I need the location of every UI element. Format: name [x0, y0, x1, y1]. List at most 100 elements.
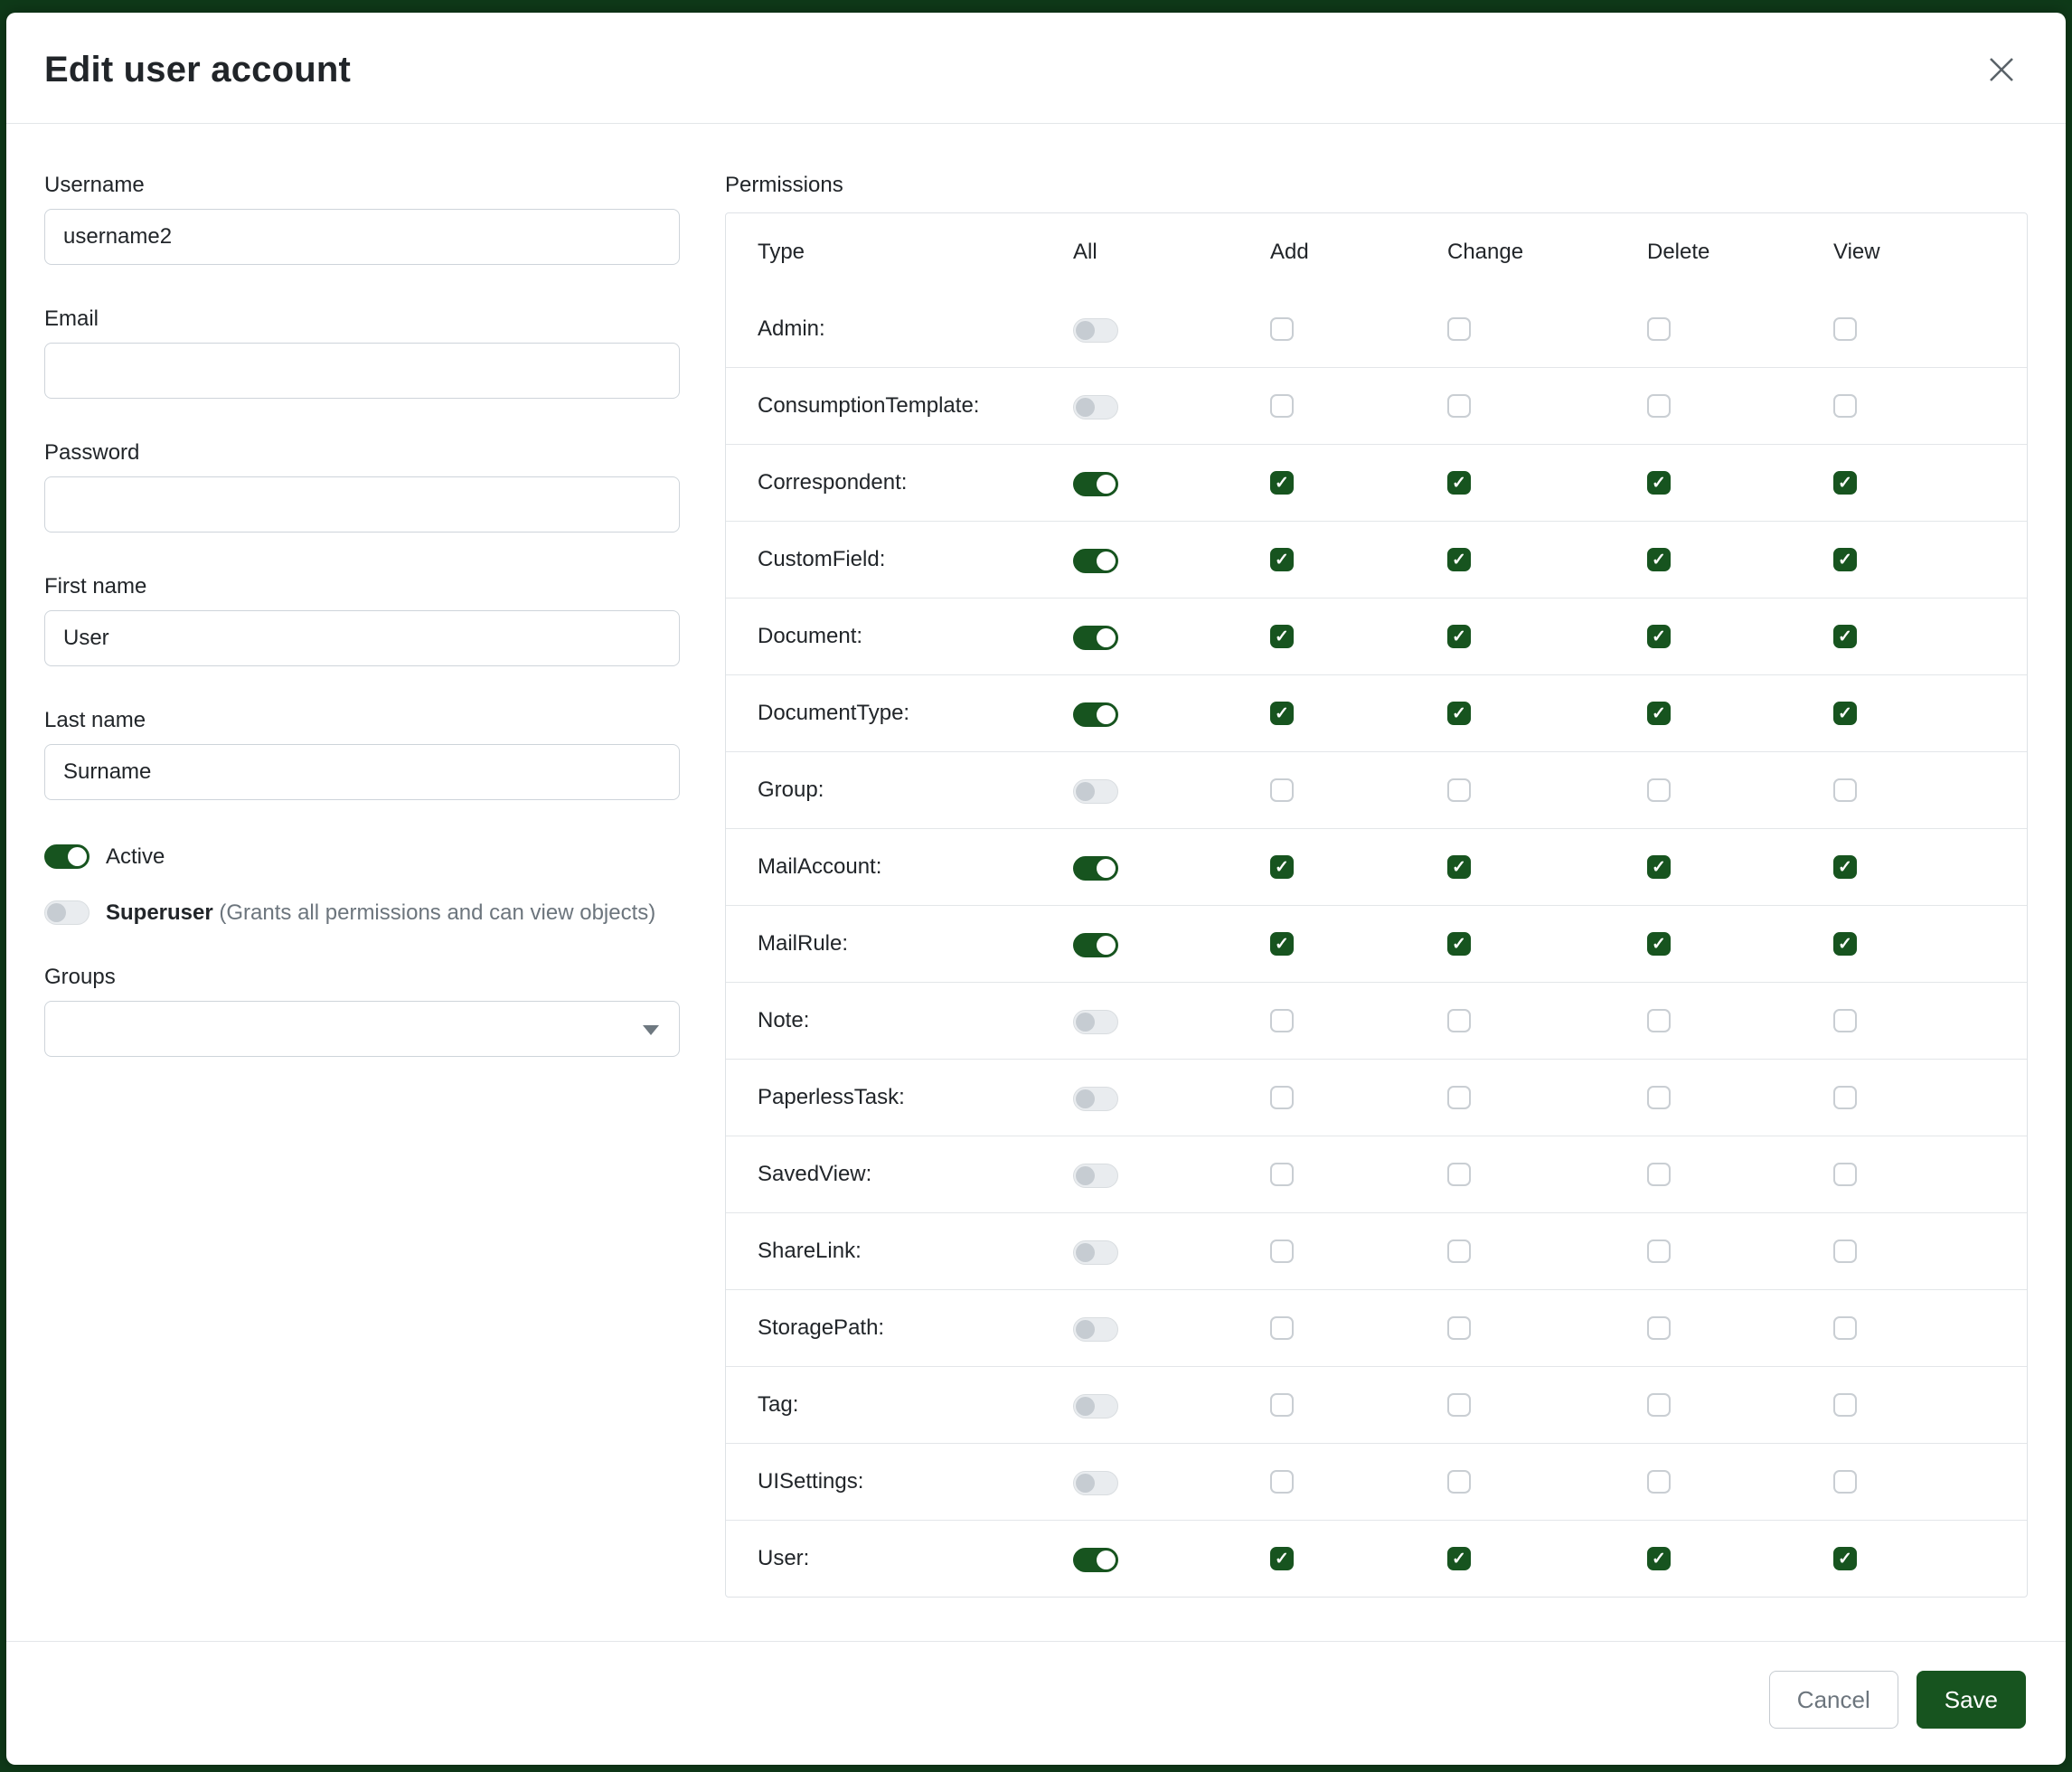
permission-view-checkbox[interactable]: ✓	[1833, 1547, 1857, 1570]
permission-add-checkbox[interactable]: ✓	[1270, 548, 1294, 571]
permission-view-checkbox[interactable]: ✓	[1833, 855, 1857, 879]
permission-delete-checkbox[interactable]: ✓	[1647, 471, 1671, 495]
permission-change-checkbox[interactable]: ✓	[1447, 1470, 1471, 1494]
permission-all-toggle[interactable]	[1073, 1240, 1118, 1265]
email-input[interactable]	[44, 343, 680, 399]
permission-view-checkbox[interactable]: ✓	[1833, 394, 1857, 418]
permission-delete-checkbox[interactable]: ✓	[1647, 855, 1671, 879]
permission-add-checkbox[interactable]: ✓	[1270, 778, 1294, 802]
permission-view-checkbox[interactable]: ✓	[1833, 1086, 1857, 1109]
permission-add-checkbox[interactable]: ✓	[1270, 625, 1294, 648]
column-header-add: Add	[1270, 240, 1447, 265]
permission-view-checkbox[interactable]: ✓	[1833, 1316, 1857, 1340]
permission-view-checkbox[interactable]: ✓	[1833, 625, 1857, 648]
permission-all-toggle[interactable]	[1073, 1010, 1118, 1034]
permission-add-checkbox[interactable]: ✓	[1270, 394, 1294, 418]
permission-view-checkbox[interactable]: ✓	[1833, 1393, 1857, 1417]
check-icon: ✓	[1275, 628, 1289, 646]
permission-all-toggle[interactable]	[1073, 933, 1118, 957]
permission-view-checkbox[interactable]: ✓	[1833, 932, 1857, 956]
permission-change-checkbox[interactable]: ✓	[1447, 778, 1471, 802]
permission-all-toggle[interactable]	[1073, 1471, 1118, 1495]
close-button[interactable]	[1977, 45, 2026, 94]
permission-view-checkbox[interactable]: ✓	[1833, 317, 1857, 341]
permission-change-checkbox[interactable]: ✓	[1447, 932, 1471, 956]
permission-all-toggle[interactable]	[1073, 1087, 1118, 1111]
permission-all-toggle[interactable]	[1073, 1394, 1118, 1419]
permission-add-checkbox[interactable]: ✓	[1270, 1470, 1294, 1494]
permission-delete-checkbox[interactable]: ✓	[1647, 932, 1671, 956]
permission-row: Note: ✓ ✓ ✓ ✓	[726, 982, 2027, 1059]
permission-change-checkbox[interactable]: ✓	[1447, 1239, 1471, 1263]
permission-add-checkbox[interactable]: ✓	[1270, 471, 1294, 495]
permission-change-checkbox[interactable]: ✓	[1447, 1086, 1471, 1109]
groups-select[interactable]	[44, 1001, 680, 1057]
permission-change-checkbox[interactable]: ✓	[1447, 1316, 1471, 1340]
permission-delete-checkbox[interactable]: ✓	[1647, 317, 1671, 341]
permission-add-checkbox[interactable]: ✓	[1270, 1316, 1294, 1340]
permission-all-toggle[interactable]	[1073, 702, 1118, 727]
permission-add-checkbox[interactable]: ✓	[1270, 1086, 1294, 1109]
permission-all-toggle[interactable]	[1073, 626, 1118, 650]
permission-delete-checkbox[interactable]: ✓	[1647, 1009, 1671, 1032]
permission-delete-checkbox[interactable]: ✓	[1647, 1239, 1671, 1263]
permission-change-checkbox[interactable]: ✓	[1447, 1393, 1471, 1417]
permission-view-checkbox[interactable]: ✓	[1833, 1239, 1857, 1263]
permission-all-toggle[interactable]	[1073, 1548, 1118, 1572]
permission-all-toggle[interactable]	[1073, 472, 1118, 496]
permission-view-checkbox[interactable]: ✓	[1833, 1163, 1857, 1186]
permission-delete-checkbox[interactable]: ✓	[1647, 1547, 1671, 1570]
active-toggle[interactable]	[44, 844, 89, 869]
permission-change-checkbox[interactable]: ✓	[1447, 548, 1471, 571]
permission-view-checkbox[interactable]: ✓	[1833, 1470, 1857, 1494]
permission-add-checkbox[interactable]: ✓	[1270, 1239, 1294, 1263]
permission-change-checkbox[interactable]: ✓	[1447, 471, 1471, 495]
permission-change-checkbox[interactable]: ✓	[1447, 1163, 1471, 1186]
permission-all-toggle[interactable]	[1073, 779, 1118, 804]
permission-all-toggle[interactable]	[1073, 549, 1118, 573]
permission-change-checkbox[interactable]: ✓	[1447, 625, 1471, 648]
permission-add-checkbox[interactable]: ✓	[1270, 932, 1294, 956]
permission-delete-checkbox[interactable]: ✓	[1647, 548, 1671, 571]
last-name-input[interactable]	[44, 744, 680, 800]
permission-type-label: ConsumptionTemplate:	[758, 393, 1073, 419]
permission-delete-checkbox[interactable]: ✓	[1647, 778, 1671, 802]
permission-all-toggle[interactable]	[1073, 395, 1118, 419]
permission-all-toggle[interactable]	[1073, 1317, 1118, 1342]
permission-change-checkbox[interactable]: ✓	[1447, 702, 1471, 725]
permission-add-checkbox[interactable]: ✓	[1270, 702, 1294, 725]
permission-change-checkbox[interactable]: ✓	[1447, 1547, 1471, 1570]
first-name-input[interactable]	[44, 610, 680, 666]
permission-all-toggle[interactable]	[1073, 318, 1118, 343]
username-input[interactable]	[44, 209, 680, 265]
permission-view-checkbox[interactable]: ✓	[1833, 778, 1857, 802]
permission-change-checkbox[interactable]: ✓	[1447, 317, 1471, 341]
permission-delete-checkbox[interactable]: ✓	[1647, 625, 1671, 648]
permission-delete-checkbox[interactable]: ✓	[1647, 394, 1671, 418]
permission-delete-checkbox[interactable]: ✓	[1647, 1470, 1671, 1494]
permission-view-checkbox[interactable]: ✓	[1833, 548, 1857, 571]
permission-change-checkbox[interactable]: ✓	[1447, 855, 1471, 879]
permission-change-checkbox[interactable]: ✓	[1447, 1009, 1471, 1032]
permission-view-checkbox[interactable]: ✓	[1833, 1009, 1857, 1032]
permission-add-checkbox[interactable]: ✓	[1270, 317, 1294, 341]
permission-add-checkbox[interactable]: ✓	[1270, 1393, 1294, 1417]
save-button[interactable]: Save	[1917, 1671, 2026, 1729]
permission-delete-checkbox[interactable]: ✓	[1647, 1393, 1671, 1417]
superuser-toggle[interactable]	[44, 900, 89, 925]
permission-delete-checkbox[interactable]: ✓	[1647, 702, 1671, 725]
permission-delete-checkbox[interactable]: ✓	[1647, 1086, 1671, 1109]
permission-add-checkbox[interactable]: ✓	[1270, 855, 1294, 879]
permission-add-checkbox[interactable]: ✓	[1270, 1009, 1294, 1032]
permission-view-checkbox[interactable]: ✓	[1833, 471, 1857, 495]
permission-view-checkbox[interactable]: ✓	[1833, 702, 1857, 725]
permission-delete-checkbox[interactable]: ✓	[1647, 1163, 1671, 1186]
permission-add-checkbox[interactable]: ✓	[1270, 1547, 1294, 1570]
permission-delete-checkbox[interactable]: ✓	[1647, 1316, 1671, 1340]
cancel-button[interactable]: Cancel	[1769, 1671, 1898, 1729]
permission-change-checkbox[interactable]: ✓	[1447, 394, 1471, 418]
password-input[interactable]	[44, 476, 680, 533]
permission-all-toggle[interactable]	[1073, 1164, 1118, 1188]
permission-all-toggle[interactable]	[1073, 856, 1118, 881]
permission-add-checkbox[interactable]: ✓	[1270, 1163, 1294, 1186]
